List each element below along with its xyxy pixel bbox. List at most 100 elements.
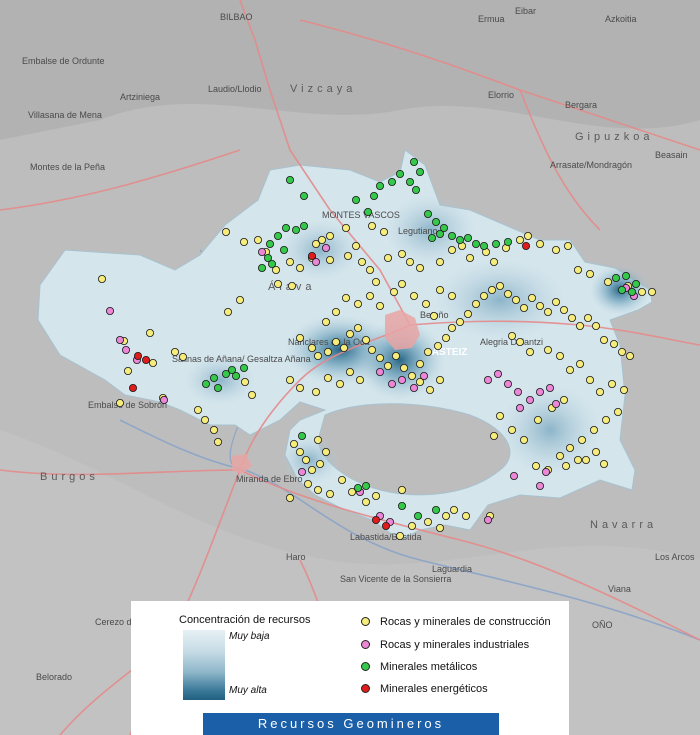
resource-point-construccion[interactable] (574, 455, 583, 464)
resource-point-construccion[interactable] (512, 295, 521, 304)
resource-point-construccion[interactable] (582, 455, 591, 464)
resource-point-metalicos[interactable] (491, 239, 500, 248)
resource-point-metalicos[interactable] (299, 221, 308, 230)
resource-point-construccion[interactable] (145, 328, 154, 337)
resource-point-construccion[interactable] (421, 299, 430, 308)
resource-point-construccion[interactable] (423, 347, 432, 356)
resource-point-metalicos[interactable] (291, 225, 300, 234)
resource-point-energeticos[interactable] (381, 522, 390, 531)
resource-point-metalicos[interactable] (415, 167, 424, 176)
resource-point-construccion[interactable] (235, 295, 244, 304)
resource-point-construccion[interactable] (507, 331, 516, 340)
resource-point-construccion[interactable] (331, 337, 340, 346)
resource-point-construccion[interactable] (295, 383, 304, 392)
resource-point-construccion[interactable] (602, 415, 611, 424)
resource-point-construccion[interactable] (311, 387, 320, 396)
resource-point-construccion[interactable] (544, 345, 553, 354)
resource-point-construccion[interactable] (600, 335, 609, 344)
resource-point-metalicos[interactable] (622, 271, 631, 280)
resource-point-metalicos[interactable] (435, 229, 444, 238)
resource-point-construccion[interactable] (600, 459, 609, 468)
resource-point-metalicos[interactable] (395, 169, 404, 178)
resource-point-construccion[interactable] (576, 359, 585, 368)
resource-point-metalicos[interactable] (239, 363, 248, 372)
resource-point-metalicos[interactable] (281, 223, 290, 232)
resource-point-metalicos[interactable] (351, 195, 360, 204)
resource-point-construccion[interactable] (200, 415, 209, 424)
resource-point-construccion[interactable] (240, 377, 249, 386)
resource-point-construccion[interactable] (449, 505, 458, 514)
resource-point-construccion[interactable] (584, 313, 593, 322)
resource-point-construccion[interactable] (596, 387, 605, 396)
resource-point-industriales[interactable] (493, 369, 502, 378)
resource-point-construccion[interactable] (556, 351, 565, 360)
resource-point-construccion[interactable] (124, 366, 133, 375)
resource-point-construccion[interactable] (516, 235, 525, 244)
resource-point-metalicos[interactable] (267, 259, 276, 268)
resource-point-construccion[interactable] (383, 361, 392, 370)
resource-point-construccion[interactable] (560, 305, 569, 314)
resource-point-metalicos[interactable] (463, 233, 472, 242)
resource-point-construccion[interactable] (391, 351, 400, 360)
resource-point-construccion[interactable] (213, 437, 222, 446)
resource-point-construccion[interactable] (325, 231, 334, 240)
resource-point-industriales[interactable] (257, 247, 266, 256)
resource-point-industriales[interactable] (375, 367, 384, 376)
resource-point-construccion[interactable] (608, 379, 617, 388)
resource-point-construccion[interactable] (471, 299, 480, 308)
resource-point-construccion[interactable] (399, 363, 408, 372)
resource-point-industriales[interactable] (387, 379, 396, 388)
resource-point-metalicos[interactable] (227, 365, 236, 374)
resource-point-construccion[interactable] (307, 465, 316, 474)
resource-point-construccion[interactable] (586, 269, 595, 278)
resource-point-industriales[interactable] (503, 379, 512, 388)
resource-point-construccion[interactable] (313, 351, 322, 360)
resource-point-construccion[interactable] (618, 347, 627, 356)
resource-point-metalicos[interactable] (201, 379, 210, 388)
resource-point-construccion[interactable] (321, 447, 330, 456)
resource-point-construccion[interactable] (409, 291, 418, 300)
resource-point-industriales[interactable] (409, 383, 418, 392)
resource-point-construccion[interactable] (397, 485, 406, 494)
resource-point-energeticos[interactable] (128, 383, 137, 392)
resource-point-metalicos[interactable] (297, 431, 306, 440)
resource-point-construccion[interactable] (435, 285, 444, 294)
resource-point-construccion[interactable] (526, 347, 535, 356)
resource-point-construccion[interactable] (353, 299, 362, 308)
resource-point-construccion[interactable] (441, 512, 450, 521)
resource-point-construccion[interactable] (170, 347, 179, 356)
resource-point-construccion[interactable] (223, 307, 232, 316)
resource-point-construccion[interactable] (307, 343, 316, 352)
resource-point-construccion[interactable] (389, 287, 398, 296)
resource-point-construccion[interactable] (193, 405, 202, 414)
resource-point-construccion[interactable] (295, 263, 304, 272)
resource-point-construccion[interactable] (367, 221, 376, 230)
resource-point-metalicos[interactable] (632, 279, 641, 288)
resource-point-construccion[interactable] (383, 253, 392, 262)
resource-point-metalicos[interactable] (411, 185, 420, 194)
resource-point-construccion[interactable] (564, 241, 573, 250)
resource-point-construccion[interactable] (536, 301, 545, 310)
resource-point-construccion[interactable] (313, 435, 322, 444)
resource-point-metalicos[interactable] (361, 481, 370, 490)
resource-point-industriales[interactable] (397, 375, 406, 384)
resource-point-metalicos[interactable] (413, 512, 422, 521)
resource-point-metalicos[interactable] (455, 235, 464, 244)
resource-point-construccion[interactable] (343, 251, 352, 260)
resource-point-construccion[interactable] (375, 301, 384, 310)
resource-point-industriales[interactable] (321, 243, 330, 252)
resource-point-industriales[interactable] (546, 383, 555, 392)
resource-point-metalicos[interactable] (397, 501, 406, 510)
resource-point-construccion[interactable] (239, 237, 248, 246)
resource-point-construccion[interactable] (489, 257, 498, 266)
resource-point-construccion[interactable] (301, 455, 310, 464)
resource-point-construccion[interactable] (289, 439, 298, 448)
resource-point-energeticos[interactable] (371, 516, 380, 525)
resource-point-industriales[interactable] (542, 467, 551, 476)
resource-point-metalicos[interactable] (409, 157, 418, 166)
resource-point-construccion[interactable] (407, 522, 416, 531)
resource-point-construccion[interactable] (524, 231, 533, 240)
resource-point-construccion[interactable] (435, 257, 444, 266)
resource-point-construccion[interactable] (285, 375, 294, 384)
resource-point-metalicos[interactable] (375, 181, 384, 190)
